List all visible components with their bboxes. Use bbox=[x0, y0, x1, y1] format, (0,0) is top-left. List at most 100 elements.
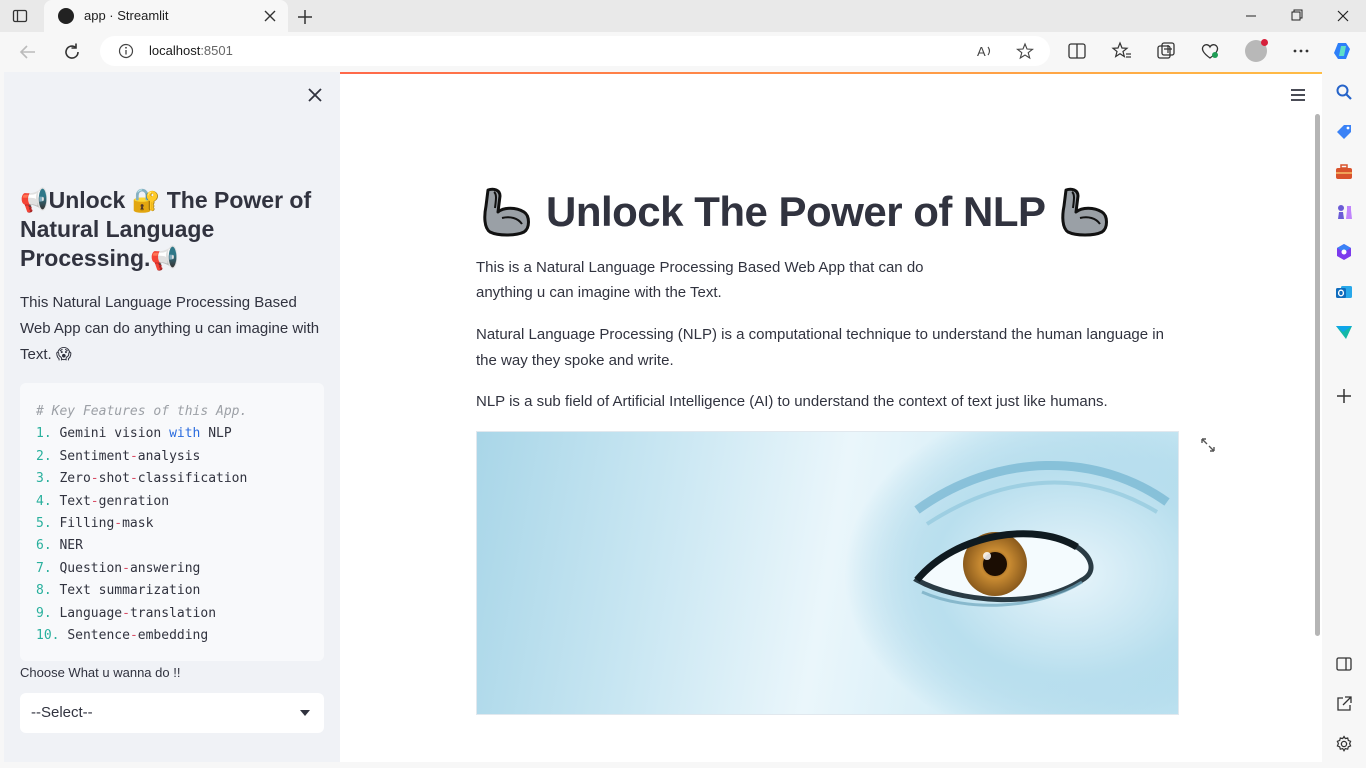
feature-text: with bbox=[169, 426, 201, 442]
flexed-biceps-icon bbox=[1060, 187, 1108, 237]
url-host: localhost bbox=[149, 43, 201, 58]
collections-icon[interactable] bbox=[1155, 40, 1177, 62]
feature-list-item: 3. Zero-shot-classification bbox=[36, 468, 308, 490]
browser-tab-active[interactable]: app · Streamlit bbox=[44, 0, 288, 32]
page-scrollbar[interactable] bbox=[1315, 114, 1320, 636]
address-bar[interactable]: localhost:8501 A bbox=[100, 36, 1050, 66]
feature-list-item: 8. Text summarization bbox=[36, 580, 308, 602]
add-sidebar-app-icon[interactable] bbox=[1334, 386, 1354, 406]
browser-tab-strip: app · Streamlit bbox=[0, 0, 1366, 32]
feature-text: analysis bbox=[137, 448, 201, 464]
settings-gear-icon[interactable] bbox=[1334, 734, 1354, 754]
restore-icon[interactable] bbox=[1274, 0, 1320, 32]
browser-essentials-icon[interactable] bbox=[1199, 40, 1221, 62]
intro-paragraph: This is a Natural Language Processing Ba… bbox=[476, 259, 924, 301]
url-port: :8501 bbox=[200, 43, 233, 58]
copilot-icon[interactable] bbox=[1332, 40, 1354, 62]
refresh-icon[interactable] bbox=[60, 40, 84, 64]
tools-briefcase-icon[interactable] bbox=[1334, 162, 1354, 182]
feature-list-item: 7. Question-answering bbox=[36, 558, 308, 580]
feature-text: classification bbox=[137, 471, 248, 487]
feature-text: Gemini vision bbox=[59, 426, 170, 442]
games-chess-icon[interactable] bbox=[1334, 202, 1354, 222]
feature-list-item: 9. Language-translation bbox=[36, 603, 308, 625]
feature-text: Sentence bbox=[67, 628, 130, 644]
feature-number: 3. bbox=[36, 471, 60, 487]
chevron-down-icon[interactable] bbox=[300, 710, 310, 716]
sidebar-title: 📢Unlock 🔐 The Power of Natural Language … bbox=[20, 187, 312, 271]
feature-list-item: 2. Sentiment-analysis bbox=[36, 446, 308, 468]
external-link-icon[interactable] bbox=[1334, 694, 1354, 714]
feature-number: 5. bbox=[36, 516, 60, 532]
shopping-tag-icon[interactable] bbox=[1334, 122, 1354, 142]
feature-text: Language bbox=[59, 605, 123, 621]
split-screen-icon[interactable] bbox=[1066, 40, 1088, 62]
feature-list-item: 10. Sentence-embedding bbox=[36, 625, 308, 647]
feature-number: 7. bbox=[36, 560, 60, 576]
page-title: Unlock The Power of NLP bbox=[546, 188, 1046, 235]
feature-text: - bbox=[114, 516, 123, 532]
feature-text: - bbox=[90, 493, 99, 509]
feature-text: - bbox=[129, 448, 138, 464]
favorites-icon[interactable] bbox=[1111, 40, 1133, 62]
app-sidebar: 📢Unlock 🔐 The Power of Natural Language … bbox=[4, 72, 340, 762]
feature-list-item: 1. Gemini vision with NLP bbox=[36, 423, 308, 445]
feature-text: - bbox=[129, 471, 138, 487]
feature-text: embedding bbox=[137, 628, 209, 644]
svg-text:A: A bbox=[977, 44, 986, 59]
browser-toolbar: localhost:8501 A bbox=[0, 32, 1366, 72]
favorite-star-icon[interactable] bbox=[1016, 42, 1034, 60]
feature-text: Text summarization bbox=[59, 583, 201, 599]
streamlit-app: 📢Unlock 🔐 The Power of Natural Language … bbox=[4, 72, 1322, 762]
hamburger-menu-icon[interactable] bbox=[1288, 86, 1308, 104]
feature-list: 1. Gemini vision with NLP 2. Sentiment-an… bbox=[36, 423, 308, 647]
feature-text: genration bbox=[98, 493, 170, 509]
outlook-icon[interactable] bbox=[1334, 282, 1354, 302]
select-value: --Select-- bbox=[31, 704, 93, 721]
feature-text: - bbox=[122, 560, 130, 576]
tab-close-icon[interactable] bbox=[260, 6, 280, 26]
microsoft-365-icon[interactable] bbox=[1334, 242, 1354, 262]
fullscreen-expand-icon[interactable] bbox=[1200, 437, 1216, 453]
feature-text: Filling bbox=[59, 516, 115, 532]
window-close-icon[interactable] bbox=[1320, 0, 1366, 32]
new-tab-icon[interactable] bbox=[294, 6, 316, 28]
site-info-icon[interactable] bbox=[118, 43, 134, 59]
feature-text: answering bbox=[129, 560, 201, 576]
feature-text: mask bbox=[122, 516, 154, 532]
sidebar-description: This Natural Language Processing Based W… bbox=[20, 294, 320, 363]
flexed-biceps-icon bbox=[483, 187, 530, 237]
feature-list-item: 5. Filling-mask bbox=[36, 513, 308, 535]
main-content: Unlock The Power of NLP This is a Natura… bbox=[340, 72, 1322, 762]
profile-notification-dot bbox=[1261, 39, 1268, 46]
feature-number: 4. bbox=[36, 493, 60, 509]
feature-text: NLP bbox=[200, 426, 232, 442]
feature-text: - bbox=[90, 471, 99, 487]
settings-more-icon[interactable] bbox=[1290, 40, 1312, 62]
tab-actions-icon[interactable] bbox=[12, 8, 28, 24]
tab-title: app · Streamlit bbox=[84, 8, 169, 23]
minimize-icon[interactable] bbox=[1228, 0, 1274, 32]
sidebar-close-icon[interactable] bbox=[306, 86, 324, 104]
feature-text: - bbox=[129, 628, 138, 644]
code-comment: # Key Features of this App. bbox=[36, 404, 248, 419]
feature-text: NER bbox=[59, 538, 83, 554]
back-arrow-icon[interactable] bbox=[16, 40, 40, 64]
select-label: Choose What u wanna do !! bbox=[20, 665, 181, 680]
feature-list-item: 6. NER bbox=[36, 535, 308, 557]
hero-eye-image bbox=[476, 431, 1179, 715]
nlp-ai-paragraph: NLP is a sub field of Artificial Intelli… bbox=[476, 393, 1108, 410]
feature-number: 9. bbox=[36, 605, 60, 621]
search-icon[interactable] bbox=[1334, 82, 1354, 102]
feature-number: 8. bbox=[36, 583, 60, 599]
hide-sidebar-icon[interactable] bbox=[1334, 654, 1354, 674]
task-select[interactable]: --Select-- bbox=[20, 693, 324, 733]
send-drop-icon[interactable] bbox=[1334, 322, 1354, 342]
feature-text: Text bbox=[59, 493, 91, 509]
edge-sidebar bbox=[1322, 72, 1366, 768]
feature-list-item: 4. Text-genration bbox=[36, 491, 308, 513]
read-aloud-icon[interactable]: A bbox=[976, 42, 994, 60]
feature-text: shot bbox=[98, 471, 130, 487]
feature-text: Zero bbox=[59, 471, 91, 487]
feature-text: translation bbox=[129, 605, 217, 621]
